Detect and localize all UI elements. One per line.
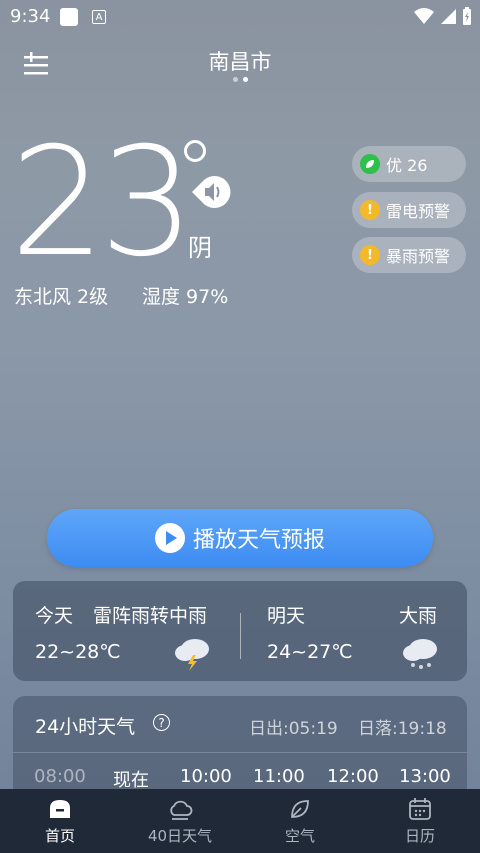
play-forecast-label: 播放天气预报 xyxy=(192,528,325,553)
signal-icon xyxy=(441,9,456,24)
weather-condition: 阴 xyxy=(188,234,212,262)
today-condition: 雷阵雨转中雨 xyxy=(93,605,208,627)
hour-label: 13:00 xyxy=(399,766,451,787)
today-label: 今天 xyxy=(35,605,74,627)
rainstorm-warning-badge[interactable]: ! 暴雨预警 xyxy=(352,237,466,273)
hour-label: 11:00 xyxy=(253,766,305,787)
nav-40day-label: 40日天气 xyxy=(147,827,213,845)
heavy-rain-icon xyxy=(403,639,437,669)
battery-icon xyxy=(463,7,471,25)
aqi-label: 优 26 xyxy=(386,156,428,175)
rainstorm-warning-label: 暴雨预警 xyxy=(386,247,451,266)
warning-icon: ! xyxy=(360,200,380,220)
degree-symbol xyxy=(184,140,206,162)
wifi-icon xyxy=(414,8,434,24)
home-icon xyxy=(50,800,70,818)
aqi-badge[interactable]: 优 26 xyxy=(352,146,466,182)
nav-air-label: 空气 xyxy=(284,827,315,845)
thunder-warning-badge[interactable]: ! 雷电预警 xyxy=(352,192,466,228)
play-icon xyxy=(154,523,185,553)
help-icon[interactable]: ? xyxy=(153,714,170,731)
status-bar: 9:34 A xyxy=(0,0,480,34)
page-dot xyxy=(232,77,238,82)
play-forecast-button[interactable]: 播放天气预报 xyxy=(47,509,433,567)
nav-calendar-label: 日历 xyxy=(404,827,435,845)
hourly-divider xyxy=(13,752,467,753)
hour-label: 08:00 xyxy=(34,766,86,787)
nav-40day[interactable]: 40日天气 xyxy=(120,789,240,853)
cloud-icon xyxy=(170,800,193,820)
nav-calendar[interactable]: 日历 xyxy=(360,789,480,853)
app-notification-icon: A xyxy=(92,10,106,24)
card-divider xyxy=(240,613,241,659)
sunrise-time: 日出:05:19 xyxy=(249,719,338,739)
wind-info: 东北风 2级 xyxy=(14,286,109,308)
nav-home[interactable]: 首页 xyxy=(0,789,120,853)
hourly-title: 24小时天气 xyxy=(35,716,136,738)
status-icons xyxy=(414,6,472,26)
bottom-nav: 首页 40日天气 空气 日历 xyxy=(0,789,480,853)
city-name[interactable]: 南昌市 xyxy=(0,46,480,76)
sunset-time: 日落:19:18 xyxy=(358,719,447,739)
tomorrow-label: 明天 xyxy=(267,605,306,627)
thunder-warning-label: 雷电预警 xyxy=(386,202,451,221)
warning-icon: ! xyxy=(360,245,380,265)
thunderstorm-icon xyxy=(175,639,209,671)
page-indicator xyxy=(0,77,480,82)
speaker-icon xyxy=(192,176,231,208)
hour-label: 12:00 xyxy=(327,766,379,787)
voice-broadcast-button[interactable] xyxy=(188,172,232,212)
nav-air[interactable]: 空气 xyxy=(240,789,360,853)
page-dot-active xyxy=(242,77,248,82)
tomorrow-temp-range: 24~27℃ xyxy=(267,641,353,663)
two-day-forecast-card[interactable]: 今天 雷阵雨转中雨 22~28℃ 明天 大雨 24~27℃ xyxy=(13,581,467,681)
leaf-icon xyxy=(360,154,380,174)
nav-home-label: 首页 xyxy=(44,827,75,845)
current-temperature: 23 xyxy=(10,116,195,290)
leaf-icon xyxy=(291,800,309,818)
humidity-info: 湿度 97% xyxy=(142,286,229,308)
notification-icon xyxy=(60,8,78,26)
calendar-icon xyxy=(409,798,431,820)
hour-label: 10:00 xyxy=(180,766,232,787)
tomorrow-condition: 大雨 xyxy=(399,605,438,627)
today-temp-range: 22~28℃ xyxy=(35,641,121,663)
status-time: 9:34 xyxy=(10,6,51,27)
